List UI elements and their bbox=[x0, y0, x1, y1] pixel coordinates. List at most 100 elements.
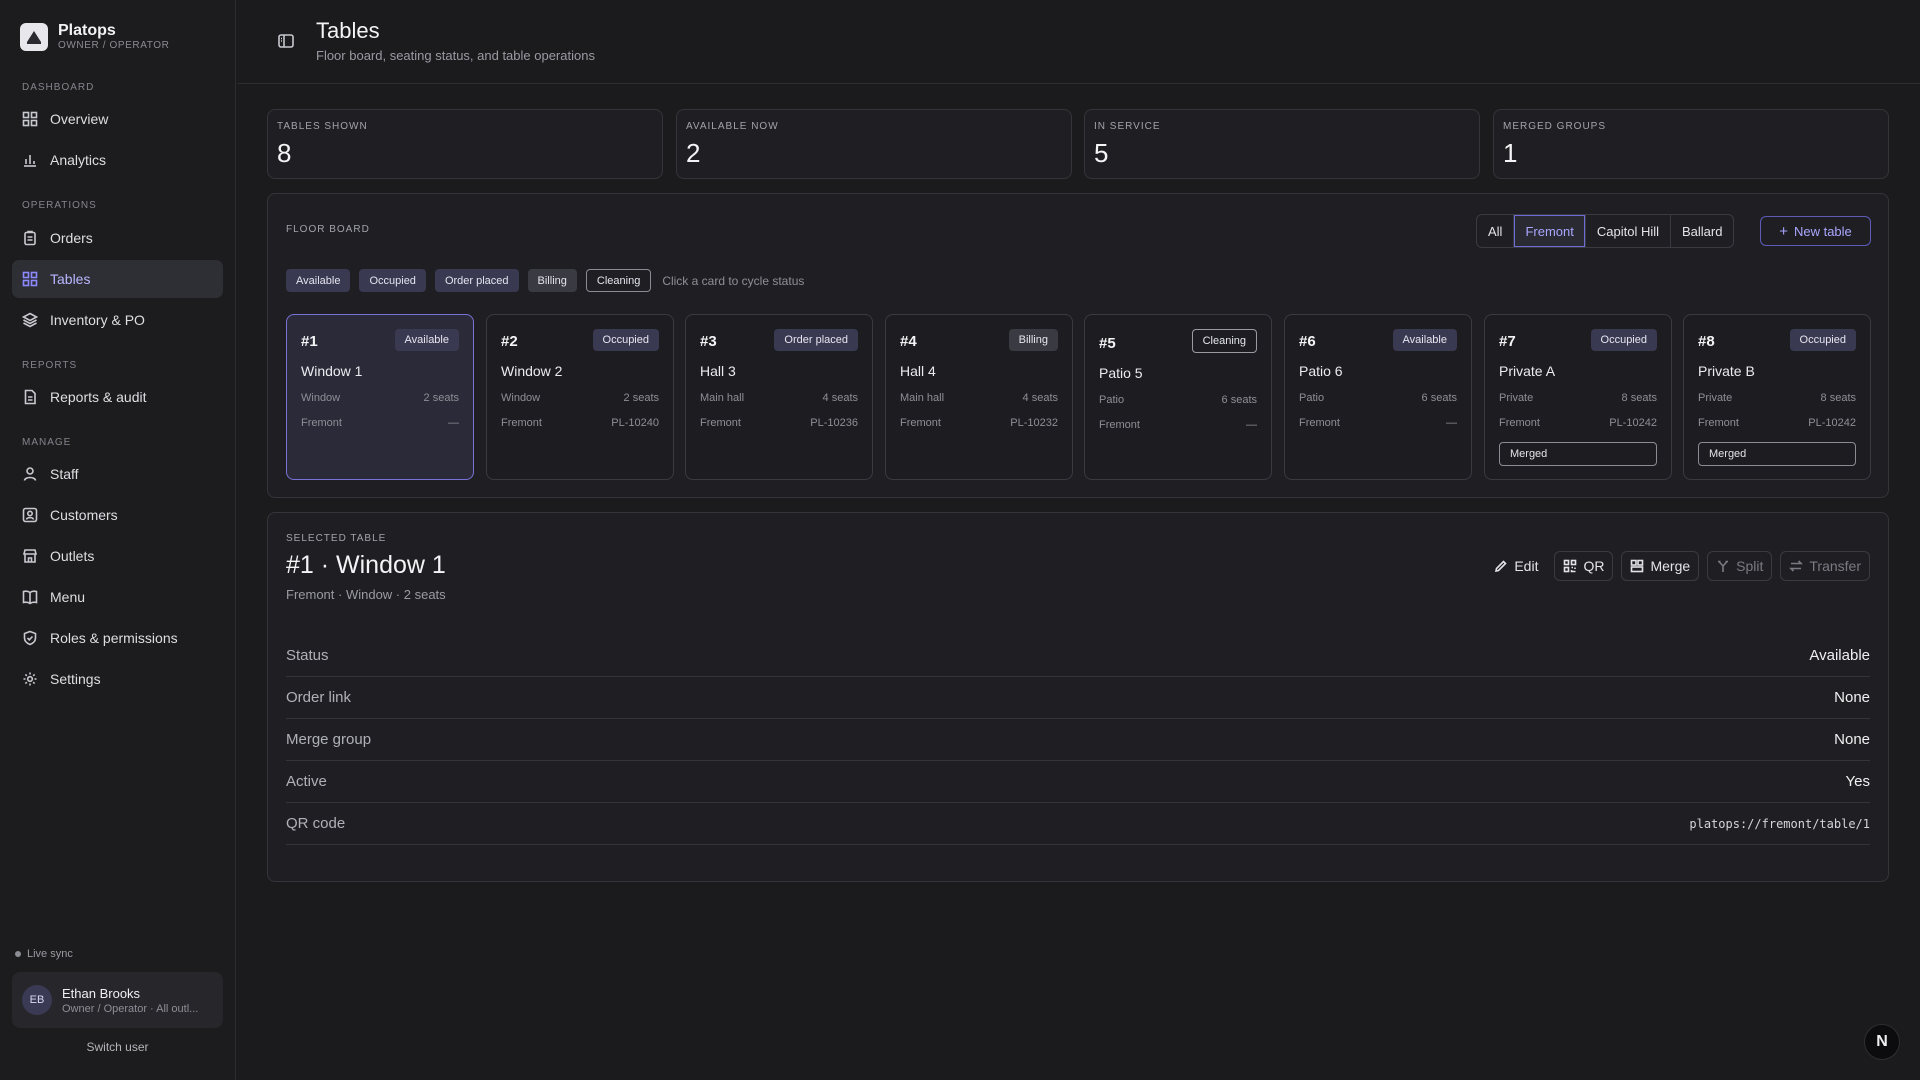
qr-code-icon bbox=[1564, 559, 1577, 573]
status-badge: Billing bbox=[1008, 329, 1058, 351]
sidebar-item-reports[interactable]: Reports & audit bbox=[12, 378, 223, 416]
file-icon bbox=[22, 389, 38, 405]
table-order-row: Fremont PL-10242 bbox=[1698, 417, 1856, 429]
gear-icon bbox=[22, 671, 38, 687]
table-order: — bbox=[1246, 419, 1257, 431]
table-order: PL-10242 bbox=[1609, 417, 1657, 429]
sidebar-item-inventory[interactable]: Inventory & PO bbox=[12, 301, 223, 339]
transfer-button[interactable]: Transfer bbox=[1780, 551, 1870, 581]
selected-table-title: #1 · Window 1 bbox=[286, 551, 446, 579]
sidebar-item-settings[interactable]: Settings bbox=[12, 660, 223, 698]
edit-button[interactable]: Edit bbox=[1486, 551, 1546, 581]
floor-board-label: FLOOR BOARD bbox=[286, 224, 370, 235]
detail-key: Merge group bbox=[286, 731, 372, 748]
table-number: #4 bbox=[900, 333, 917, 350]
sidebar-item-analytics[interactable]: Analytics bbox=[12, 141, 223, 179]
table-order-row: Fremont — bbox=[1099, 419, 1257, 431]
table-order-row: Fremont PL-10232 bbox=[900, 417, 1058, 429]
sidebar-item-tables[interactable]: Tables bbox=[12, 260, 223, 298]
user-card[interactable]: EB Ethan Brooks Owner / Operator · All o… bbox=[12, 972, 223, 1028]
detail-row-qr-code: QR code platops://fremont/table/1 bbox=[286, 803, 1870, 845]
table-actions: Edit QR Merge Split Transfer bbox=[1478, 551, 1870, 581]
table-order-row: Fremont PL-10242 bbox=[1499, 417, 1657, 429]
sidebar-item-menu[interactable]: Menu bbox=[12, 578, 223, 616]
table-seats: 8 seats bbox=[1820, 392, 1856, 404]
table-number: #6 bbox=[1299, 333, 1316, 350]
table-seats: 6 seats bbox=[1421, 392, 1457, 404]
table-card-6[interactable]: #6 Available Patio 6 Patio 6 seats Fremon… bbox=[1284, 314, 1472, 480]
table-order: PL-10242 bbox=[1808, 417, 1856, 429]
transfer-label: Transfer bbox=[1809, 558, 1861, 574]
table-seats: 6 seats bbox=[1221, 394, 1257, 406]
sidebar: Platops OWNER / OPERATOR DASHBOARD Overv… bbox=[0, 0, 236, 1080]
page-header: Tables Floor board, seating status, and … bbox=[237, 0, 1920, 84]
brand[interactable]: Platops OWNER / OPERATOR bbox=[20, 22, 169, 52]
sidebar-toggle-icon[interactable] bbox=[277, 32, 295, 50]
store-icon bbox=[22, 548, 38, 564]
table-area-row: Private 8 seats bbox=[1499, 392, 1657, 404]
detail-key: Status bbox=[286, 647, 329, 664]
status-badge: Order placed bbox=[774, 329, 858, 351]
sidebar-item-roles[interactable]: Roles & permissions bbox=[12, 619, 223, 657]
sidebar-item-label: Reports & audit bbox=[50, 389, 147, 405]
qr-code-link[interactable]: platops://fremont/table/1 bbox=[1689, 817, 1870, 831]
clipboard-icon bbox=[22, 230, 38, 246]
qr-button[interactable]: QR bbox=[1554, 551, 1614, 581]
selected-table-panel: SELECTED TABLE #1 · Window 1 Fremont · W… bbox=[267, 512, 1889, 882]
book-icon bbox=[22, 589, 38, 605]
new-table-button[interactable]: + New table bbox=[1760, 216, 1871, 246]
shield-icon bbox=[22, 630, 38, 646]
filter-all[interactable]: All bbox=[1477, 215, 1515, 247]
table-card-2[interactable]: #2 Occupied Window 2 Window 2 seats Fremo… bbox=[486, 314, 674, 480]
sidebar-item-staff[interactable]: Staff bbox=[12, 455, 223, 493]
platops-logo-icon bbox=[20, 23, 48, 51]
app-role: OWNER / OPERATOR bbox=[58, 40, 170, 51]
sidebar-item-label: Orders bbox=[50, 230, 93, 246]
table-seats: 2 seats bbox=[423, 392, 459, 404]
table-outlet: Fremont bbox=[700, 417, 741, 429]
table-number: #5 bbox=[1099, 335, 1116, 352]
sidebar-item-overview[interactable]: Overview bbox=[12, 100, 223, 138]
sidebar-item-outlets[interactable]: Outlets bbox=[12, 537, 223, 575]
table-area: Window bbox=[501, 392, 541, 404]
status-badge: Occupied bbox=[1590, 329, 1657, 351]
stat-card-tables-shown: TABLES SHOWN 8 bbox=[267, 109, 663, 179]
table-outlet: Fremont bbox=[301, 417, 342, 429]
switch-user-button[interactable]: Switch user bbox=[12, 1040, 223, 1054]
sidebar-item-label: Outlets bbox=[50, 548, 95, 564]
table-card-5[interactable]: #5 Cleaning Patio 5 Patio 6 seats Fremont… bbox=[1084, 314, 1272, 480]
table-card-7[interactable]: #7 Occupied Private A Private 8 seats Fre… bbox=[1484, 314, 1672, 480]
table-order: PL-10236 bbox=[810, 417, 858, 429]
corner-badge[interactable]: N bbox=[1864, 1024, 1900, 1060]
table-name: Window 1 bbox=[301, 363, 363, 379]
merge-icon bbox=[1631, 559, 1644, 573]
merge-button[interactable]: Merge bbox=[1621, 551, 1700, 581]
table-area-row: Window 2 seats bbox=[501, 392, 659, 404]
table-card-4[interactable]: #4 Billing Hall 4 Main hall 4 seats Fremo… bbox=[885, 314, 1073, 480]
table-order: — bbox=[1446, 417, 1457, 429]
table-order: PL-10240 bbox=[611, 417, 659, 429]
table-order: — bbox=[448, 417, 459, 429]
table-card-1[interactable]: #1 Available Window 1 Window 2 seats Frem… bbox=[286, 314, 474, 480]
filter-fremont[interactable]: Fremont bbox=[1514, 215, 1586, 247]
sidebar-item-customers[interactable]: Customers bbox=[12, 496, 223, 534]
avatar: EB bbox=[22, 985, 52, 1015]
filter-capitol-hill[interactable]: Capitol Hill bbox=[1586, 215, 1671, 247]
table-card-3[interactable]: #3 Order placed Hall 3 Main hall 4 seats … bbox=[685, 314, 873, 480]
status-badge: Available bbox=[1392, 329, 1457, 351]
qr-label: QR bbox=[1583, 558, 1605, 574]
table-card-8[interactable]: #8 Occupied Private B Private 8 seats Fre… bbox=[1683, 314, 1871, 480]
stat-value: 2 bbox=[686, 138, 701, 168]
table-seats: 4 seats bbox=[822, 392, 858, 404]
filter-ballard[interactable]: Ballard bbox=[1671, 215, 1733, 247]
sidebar-item-label: Analytics bbox=[50, 152, 107, 168]
detail-value: Yes bbox=[1845, 773, 1870, 790]
legend-billing: Billing bbox=[527, 269, 577, 292]
table-area: Private bbox=[1698, 392, 1733, 404]
table-outlet: Fremont bbox=[1099, 419, 1140, 431]
table-area: Main hall bbox=[900, 392, 945, 404]
sidebar-item-orders[interactable]: Orders bbox=[12, 219, 223, 257]
split-button[interactable]: Split bbox=[1707, 551, 1773, 581]
legend-occupied: Occupied bbox=[359, 269, 426, 292]
table-order-row: Fremont — bbox=[1299, 417, 1457, 429]
